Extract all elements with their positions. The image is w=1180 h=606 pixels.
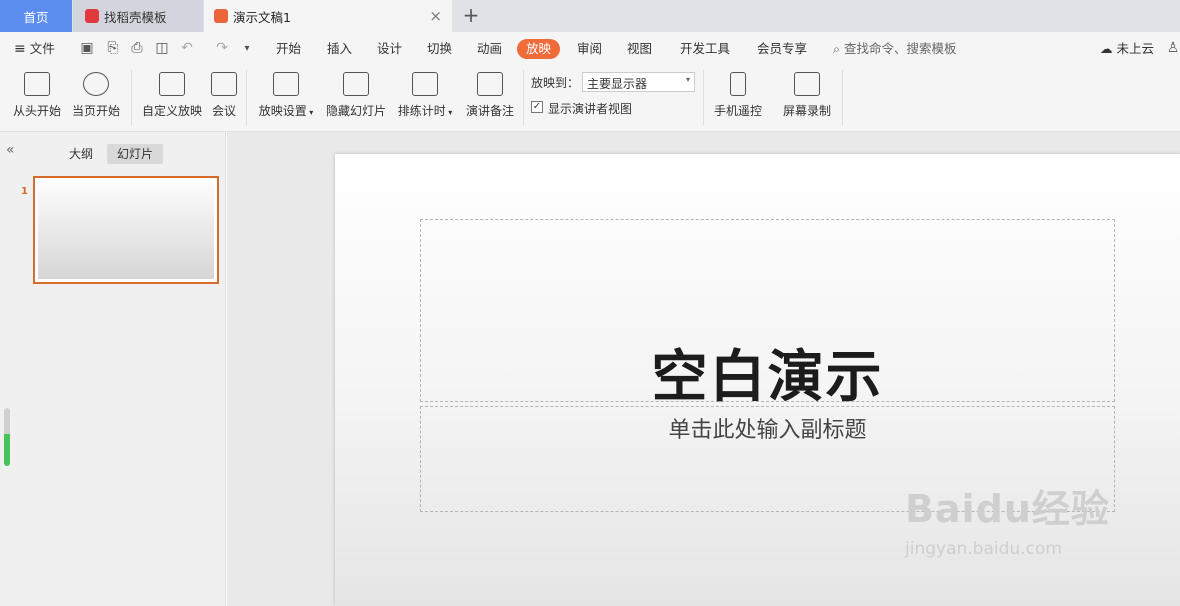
play-from-start-icon bbox=[24, 72, 50, 96]
display-to-select[interactable]: 主要显示器 ▾ bbox=[582, 72, 695, 92]
presenter-view-label: 显示演讲者视图 bbox=[548, 102, 633, 116]
rehearse-timing-icon bbox=[412, 72, 438, 96]
hide-slide-button[interactable]: 隐藏幻灯片 bbox=[326, 72, 386, 128]
presenter-view-checkbox[interactable]: ✓ bbox=[531, 101, 543, 113]
screen-record-button[interactable]: 屏幕录制 bbox=[782, 72, 832, 128]
slide-thumbnail-preview bbox=[38, 181, 214, 279]
speaker-notes-button[interactable]: 演讲备注 bbox=[465, 72, 515, 128]
close-icon[interactable]: × bbox=[429, 8, 442, 24]
hide-slide-icon bbox=[343, 72, 369, 96]
save-icon[interactable]: ▣ bbox=[80, 41, 94, 56]
ribbon-divider bbox=[246, 70, 247, 126]
slideshow-settings-label: 放映设置 ▾ bbox=[258, 104, 314, 118]
slideshow-settings-button[interactable]: 放映设置 ▾ bbox=[256, 72, 316, 128]
ribbon-divider bbox=[523, 70, 524, 126]
presentation-file-icon bbox=[214, 9, 228, 23]
screen-record-label: 屏幕录制 bbox=[782, 104, 831, 118]
tab-template-store[interactable]: 找稻壳模板 bbox=[73, 0, 203, 32]
hide-slide-label: 隐藏幻灯片 bbox=[326, 104, 387, 118]
watermark-brand: Baidu经验 bbox=[905, 487, 1110, 531]
custom-slideshow-label: 自定义放映 bbox=[141, 104, 202, 118]
chevron-down-icon: ▾ bbox=[306, 108, 314, 117]
tab-outline[interactable]: 大纲 bbox=[64, 144, 98, 164]
menu-review[interactable]: 审阅 bbox=[577, 32, 602, 66]
ribbon-divider bbox=[842, 70, 843, 126]
file-menu-label: 文件 bbox=[29, 41, 55, 56]
ribbon-divider bbox=[131, 70, 132, 126]
play-from-current-label: 当页开始 bbox=[71, 104, 120, 118]
menu-slideshow[interactable]: 放映 bbox=[517, 39, 561, 59]
tab-template-label: 找稻壳模板 bbox=[104, 9, 167, 25]
video-camera-icon bbox=[211, 72, 237, 96]
play-from-current-button[interactable]: 当页开始 bbox=[71, 72, 121, 128]
meeting-label: 会议 bbox=[211, 104, 236, 118]
print-preview-icon[interactable]: ◫ bbox=[155, 41, 169, 56]
command-search-placeholder: 查找命令、搜索模板 bbox=[844, 41, 957, 56]
slideshow-settings-icon bbox=[273, 72, 299, 96]
cloud-status-label: 未上云 bbox=[1116, 41, 1154, 56]
menu-transition[interactable]: 切换 bbox=[427, 32, 452, 66]
rehearse-timing-label: 排练计时 ▾ bbox=[397, 104, 453, 118]
docer-logo-icon bbox=[85, 9, 99, 23]
custom-slideshow-icon bbox=[159, 72, 185, 96]
rehearse-timing-button[interactable]: 排练计时 ▾ bbox=[396, 72, 454, 128]
hamburger-icon: ≡ bbox=[14, 41, 26, 57]
speaker-notes-label: 演讲备注 bbox=[465, 104, 514, 118]
tab-home[interactable]: 首页 bbox=[0, 0, 72, 32]
command-search[interactable]: ⌕ 查找命令、搜索模板 bbox=[833, 32, 957, 66]
cloud-icon: ☁ bbox=[1100, 41, 1113, 56]
ribbon-divider bbox=[703, 70, 704, 126]
speaker-notes-icon bbox=[477, 72, 503, 96]
scrollbar[interactable] bbox=[4, 408, 10, 466]
watermark: Baidu经验 jingyan.baidu.com bbox=[905, 478, 1135, 588]
file-menu[interactable]: ≡ 文件 bbox=[14, 32, 55, 66]
slide-title[interactable]: 空白演示 bbox=[420, 332, 1115, 413]
user-icon[interactable]: ♙ bbox=[1166, 41, 1180, 56]
screen-record-icon bbox=[794, 72, 820, 96]
print-icon[interactable]: ⎙ bbox=[130, 41, 144, 56]
play-from-start-button[interactable]: 从头开始 bbox=[12, 72, 62, 128]
slideshow-ribbon: 从头开始 当页开始 自定义放映 会议 放映设置 ▾ 隐藏幻灯片 排练计时 ▾ 演… bbox=[0, 66, 1180, 132]
slide-number: 1 bbox=[21, 186, 28, 197]
tab-slides[interactable]: 幻灯片 bbox=[107, 144, 164, 164]
undo-icon[interactable]: ↶ bbox=[180, 41, 194, 56]
custom-slideshow-button[interactable]: 自定义放映 bbox=[141, 72, 203, 128]
menu-home[interactable]: 开始 bbox=[276, 32, 301, 66]
menu-developer[interactable]: 开发工具 bbox=[680, 32, 730, 66]
tab-home-label: 首页 bbox=[23, 9, 49, 25]
tab-document-label: 演示文稿1 bbox=[233, 9, 291, 25]
display-to-value: 主要显示器 bbox=[587, 77, 648, 91]
export-pdf-icon[interactable]: ⎘ bbox=[106, 41, 120, 56]
tab-bar: 首页 找稻壳模板 演示文稿1 × + bbox=[0, 0, 1180, 32]
slide-panel: « 大纲 幻灯片 1 bbox=[0, 132, 226, 606]
phone-remote-label: 手机遥控 bbox=[713, 104, 762, 118]
play-circle-icon bbox=[83, 72, 109, 96]
tab-document[interactable]: 演示文稿1 × bbox=[204, 0, 452, 32]
play-from-start-label: 从头开始 bbox=[12, 104, 61, 118]
chevron-down-icon: ▾ bbox=[685, 75, 690, 84]
collapse-panel-icon[interactable]: « bbox=[6, 142, 15, 158]
menu-view[interactable]: 视图 bbox=[627, 32, 652, 66]
phone-remote-button[interactable]: 手机遥控 bbox=[713, 72, 763, 128]
slide-subtitle[interactable]: 单击此处输入副标题 bbox=[420, 412, 1115, 444]
menu-membership[interactable]: 会员专享 bbox=[757, 32, 807, 66]
add-tab-icon[interactable]: + bbox=[460, 4, 482, 26]
cloud-status[interactable]: ☁ 未上云 bbox=[1100, 32, 1154, 66]
redo-icon[interactable]: ↷ bbox=[215, 41, 229, 56]
menu-insert[interactable]: 插入 bbox=[327, 32, 352, 66]
slide-thumbnail[interactable] bbox=[33, 176, 219, 284]
meeting-button[interactable]: 会议 bbox=[210, 72, 238, 128]
phone-icon bbox=[730, 72, 746, 96]
search-icon: ⌕ bbox=[833, 41, 841, 56]
customize-toolbar-icon[interactable]: ▾ bbox=[240, 41, 254, 56]
menu-animation[interactable]: 动画 bbox=[477, 32, 502, 66]
display-to-label: 放映到： bbox=[531, 76, 580, 90]
chevron-down-icon: ▾ bbox=[445, 108, 453, 117]
menu-design[interactable]: 设计 bbox=[377, 32, 402, 66]
watermark-url: jingyan.baidu.com bbox=[905, 539, 1062, 559]
menu-bar: ≡ 文件 ▣ ⎘ ⎙ ◫ ↶ ↷ ▾ 开始 插入 设计 切换 动画 放映 审阅 … bbox=[0, 32, 1180, 66]
